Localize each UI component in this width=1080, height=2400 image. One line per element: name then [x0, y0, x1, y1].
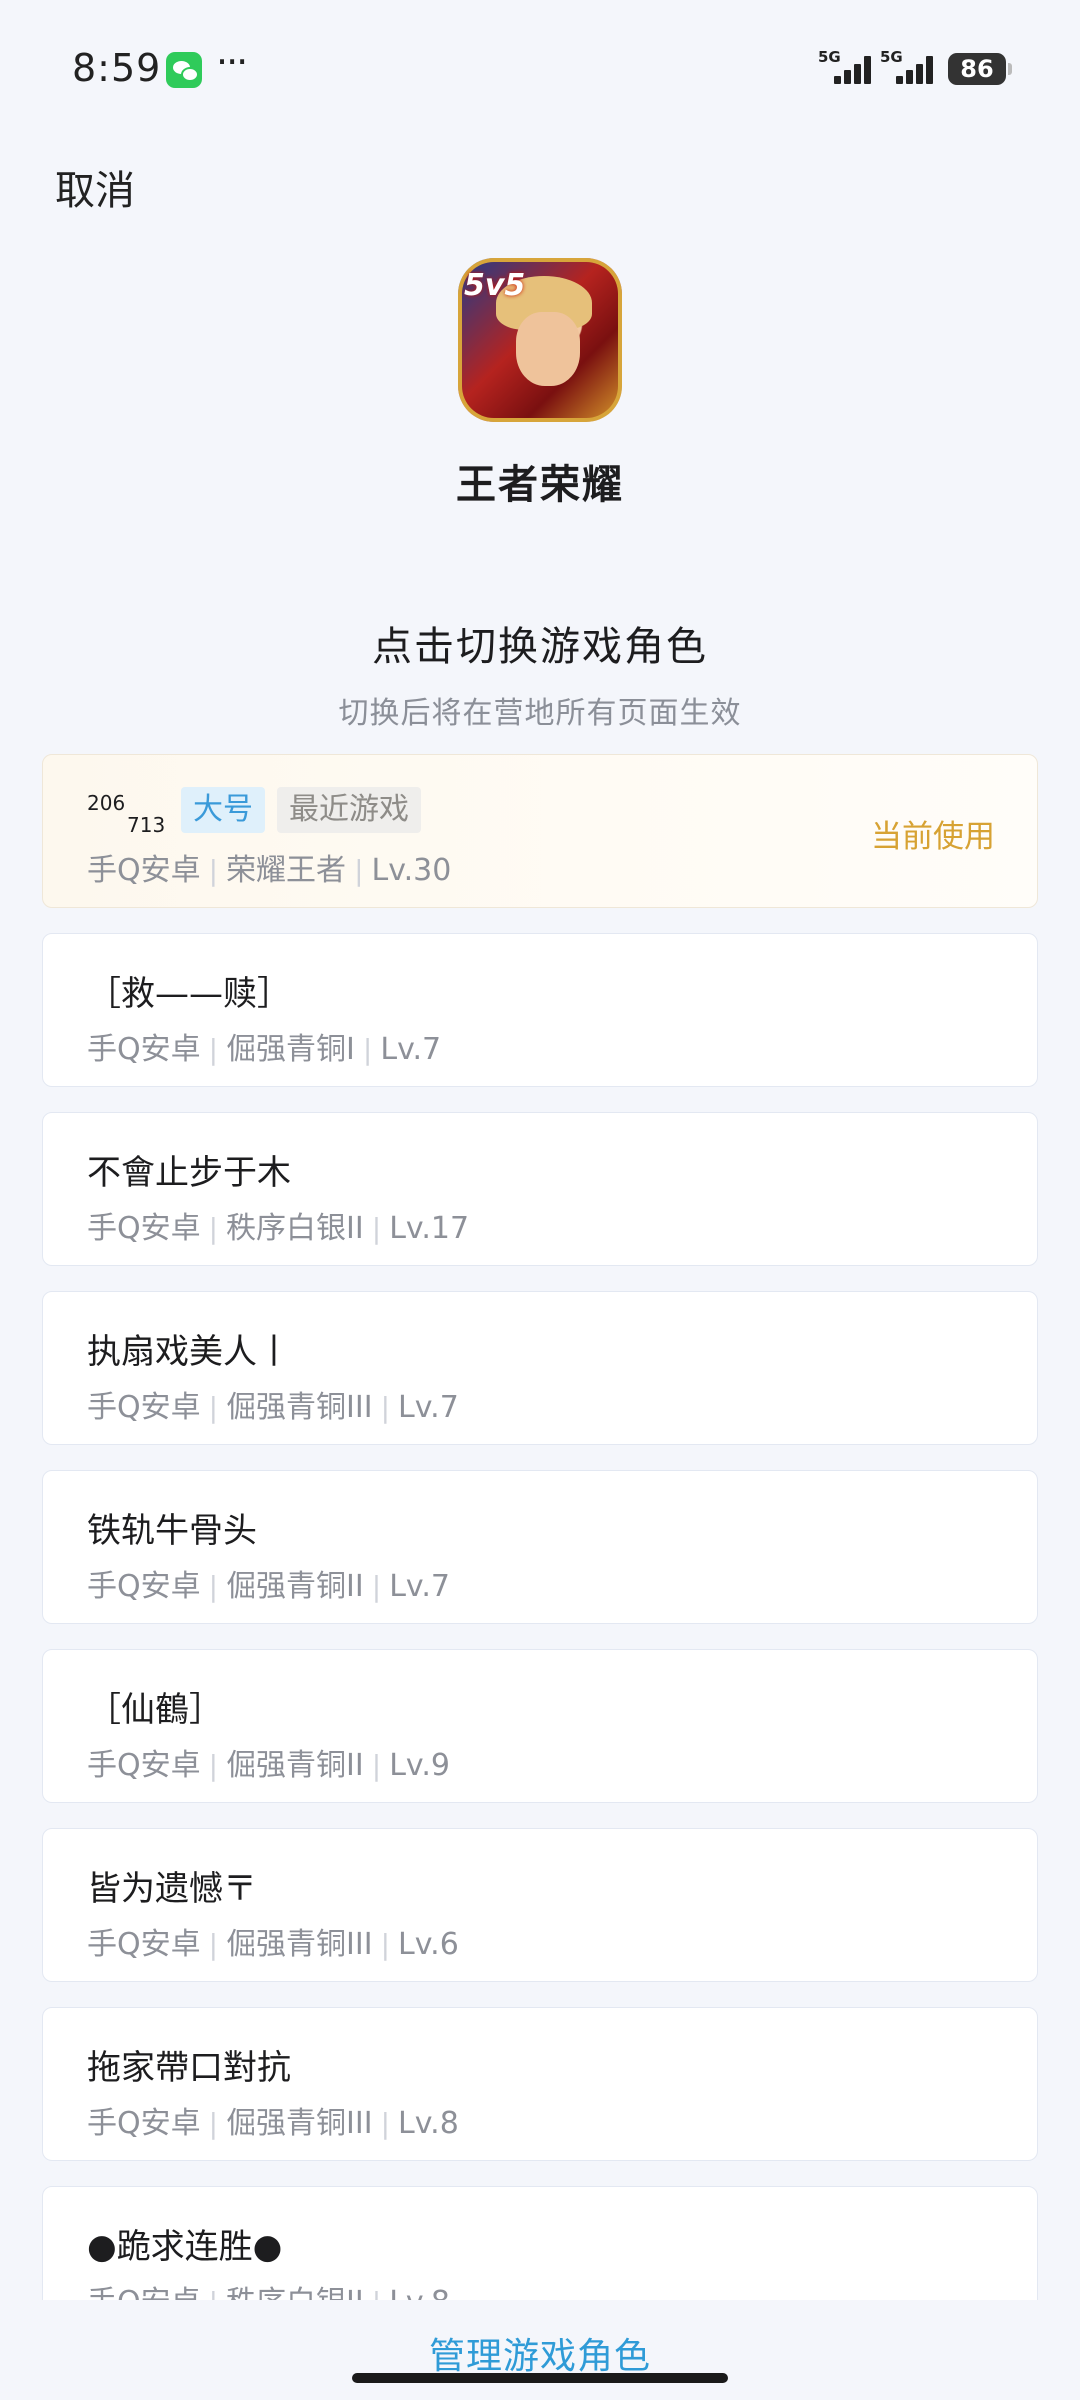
role-name: 铁轨牛骨头	[87, 1511, 257, 1551]
role-level: Lv.9	[389, 1748, 450, 1783]
cellular-signal-icon: 5G	[818, 48, 874, 88]
role-card[interactable]: ●跪求连胜● 手Q安卓 | 秩序白银II | Lv.8	[42, 2186, 1038, 2306]
role-platform: 手Q安卓	[87, 1748, 201, 1783]
role-rank: 倔强青铜II	[226, 1569, 364, 1604]
role-id-bottom: 713	[127, 813, 166, 837]
status-bar: 8:59 ··· 5G 5G 86	[0, 0, 1080, 140]
current-use-label: 当前使用	[871, 819, 995, 855]
role-level: Lv.7	[389, 1569, 450, 1604]
role-level: Lv.7	[380, 1032, 442, 1067]
role-level: Lv.30	[371, 853, 452, 888]
role-name: ［救——赎］	[87, 974, 291, 1014]
icon-5v5-text: 5v5	[464, 268, 526, 303]
role-name: ［仙鶴］	[87, 1690, 223, 1730]
recent-game-tag: 最近游戏	[277, 787, 421, 833]
role-meta: 手Q安卓 | 荣耀王者 | Lv.30	[87, 853, 452, 888]
manage-roles-button[interactable]: 管理游戏角色	[0, 2327, 1080, 2379]
role-meta: 手Q安卓 | 秩序白银II | Lv.17	[87, 1211, 470, 1246]
role-platform: 手Q安卓	[87, 1390, 201, 1425]
role-platform: 手Q安卓	[87, 1032, 201, 1067]
role-id-top: 206	[87, 791, 126, 815]
role-rank: 倔强青铜III	[226, 1390, 373, 1425]
icon-hero-face	[516, 312, 580, 386]
role-card[interactable]: ［救——赎］ 手Q安卓 | 倔强青铜I | Lv.7	[42, 933, 1038, 1087]
role-meta: 手Q安卓 | 倔强青铜III | Lv.8	[87, 2106, 459, 2141]
cellular-signal-icon-2: 5G	[880, 48, 936, 88]
network-type-label: 5G	[818, 48, 841, 66]
network-type-label-2: 5G	[880, 48, 903, 66]
role-meta: 手Q安卓 | 倔强青铜III | Lv.6	[87, 1927, 459, 1962]
role-rank: 荣耀王者	[226, 853, 347, 888]
role-card[interactable]: 执扇戏美人丨手Q安卓 | 倔强青铜III | Lv.7	[42, 1291, 1038, 1445]
role-level: Lv.7	[398, 1390, 459, 1425]
more-notifications-icon: ···	[216, 40, 248, 84]
battery-icon: 86	[948, 53, 1012, 85]
role-name: 执扇戏美人丨	[87, 1332, 291, 1372]
role-level: Lv.8	[398, 2106, 459, 2141]
role-meta: 手Q安卓 | 倔强青铜I | Lv.7	[87, 1032, 442, 1067]
clock: 8:59	[72, 46, 162, 90]
role-level: Lv.6	[398, 1927, 459, 1962]
role-card[interactable]: 不會止步于木手Q安卓 | 秩序白银II | Lv.17	[42, 1112, 1038, 1266]
cancel-button[interactable]: 取消	[55, 158, 135, 216]
role-platform: 手Q安卓	[87, 1211, 201, 1246]
role-card[interactable]: 拖家帶口對抗手Q安卓 | 倔强青铜III | Lv.8	[42, 2007, 1038, 2161]
app-title: 王者荣耀	[456, 462, 624, 508]
role-level: Lv.17	[389, 1211, 470, 1246]
role-meta: 手Q安卓 | 倔强青铜III | Lv.7	[87, 1390, 459, 1425]
role-name: ●跪求连胜●	[87, 2227, 283, 2267]
role-rank: 倔强青铜I	[226, 1032, 355, 1067]
role-card[interactable]: 皆为遗憾〒手Q安卓 | 倔强青铜III | Lv.6	[42, 1828, 1038, 1982]
role-meta: 手Q安卓 | 倔强青铜II | Lv.7	[87, 1569, 450, 1604]
role-rank: 倔强青铜II	[226, 1748, 364, 1783]
role-card[interactable]: 铁轨牛骨头手Q安卓 | 倔强青铜II | Lv.7	[42, 1470, 1038, 1624]
honor-of-kings-app-icon: 5v5	[458, 258, 622, 422]
role-platform: 手Q安卓	[87, 1927, 201, 1962]
role-card[interactable]: ［仙鶴］ 手Q安卓 | 倔强青铜II | Lv.9	[42, 1649, 1038, 1803]
role-list: 206 713 大号 最近游戏 手Q安卓 | 荣耀王者 | Lv.30 当前使用 ［救—…	[42, 754, 1038, 2306]
role-name: 皆为遗憾〒	[87, 1869, 257, 1909]
role-name: 不會止步于木	[87, 1153, 291, 1193]
role-meta: 手Q安卓 | 倔强青铜II | Lv.9	[87, 1748, 450, 1783]
role-rank: 秩序白银II	[226, 1211, 364, 1246]
role-rank: 倔强青铜III	[226, 2106, 373, 2141]
wechat-notification-icon	[166, 52, 202, 88]
home-indicator[interactable]	[352, 2373, 728, 2383]
main-account-tag: 大号	[181, 787, 265, 833]
role-platform: 手Q安卓	[87, 853, 201, 888]
current-role-card[interactable]: 206 713 大号 最近游戏 手Q安卓 | 荣耀王者 | Lv.30 当前使用	[42, 754, 1038, 908]
switch-role-title: 点击切换游戏角色	[372, 624, 708, 670]
role-name: 拖家帶口對抗	[87, 2048, 291, 2088]
role-platform: 手Q安卓	[87, 2106, 201, 2141]
switch-role-subtitle: 切换后将在营地所有页面生效	[338, 696, 742, 731]
role-platform: 手Q安卓	[87, 1569, 201, 1604]
role-rank: 倔强青铜III	[226, 1927, 373, 1962]
